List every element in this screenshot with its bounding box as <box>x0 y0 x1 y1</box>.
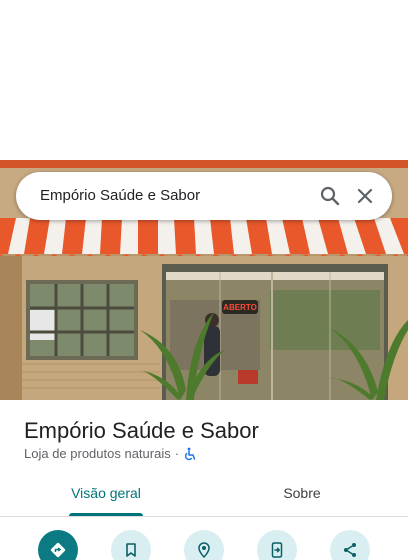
tab-about[interactable]: Sobre <box>252 470 352 516</box>
place-subtitle: Loja de produtos naturais · <box>24 446 197 461</box>
share-button[interactable] <box>330 530 370 560</box>
nearby-icon <box>198 542 210 559</box>
search-bar[interactable]: Empório Saúde e Sabor <box>16 172 392 220</box>
place-title: Empório Saúde e Sabor <box>24 418 259 443</box>
map-blank-area <box>0 0 408 160</box>
send-to-phone-button[interactable] <box>257 530 297 560</box>
directions-button[interactable] <box>38 530 78 560</box>
save-button[interactable] <box>111 530 151 560</box>
send-to-phone-icon <box>271 542 283 558</box>
nearby-button[interactable] <box>184 530 224 560</box>
place-tabs: Visão geral Sobre <box>0 470 408 517</box>
tab-overview[interactable]: Visão geral <box>56 470 156 516</box>
active-tab-indicator <box>69 513 143 516</box>
share-icon <box>344 543 356 557</box>
place-category[interactable]: Loja de produtos naturais <box>24 446 171 461</box>
action-buttons <box>0 530 408 560</box>
bookmark-icon <box>126 543 136 557</box>
sign-text: ABERTO <box>223 303 257 312</box>
search-icon[interactable] <box>318 184 342 208</box>
wheelchair-accessible-icon <box>183 447 197 461</box>
close-icon[interactable] <box>353 184 377 208</box>
separator-dot: · <box>174 446 180 461</box>
search-input[interactable]: Empório Saúde e Sabor <box>40 172 200 220</box>
directions-icon <box>50 542 66 558</box>
